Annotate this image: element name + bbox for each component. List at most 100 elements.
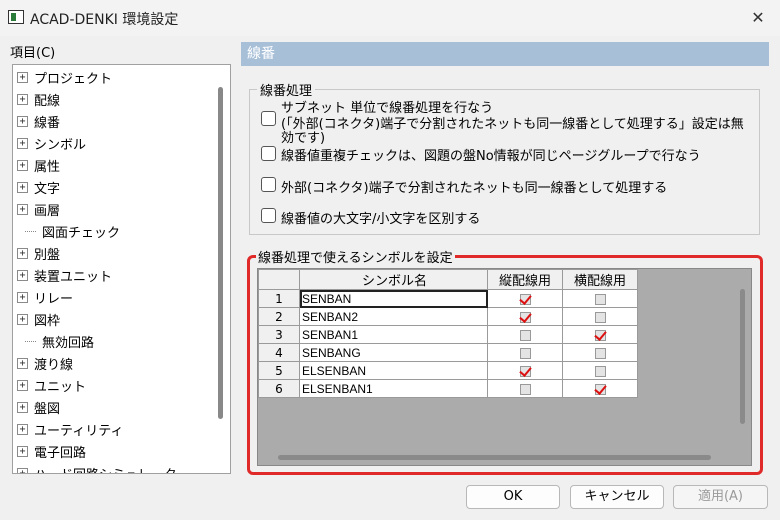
expand-icon[interactable]: +	[17, 401, 28, 413]
settings-tree[interactable]: + プロジェクト + 配線 + 線番 + シンボル + 属性 + 文字 + 画層 図面チェック + 別盤 + 装置ユ…	[12, 64, 231, 474]
tree-item[interactable]: + 電子回路	[17, 441, 86, 461]
symbol-grid[interactable]: シンボル名 縦配線用 横配線用 1 SENBAN 2 SENBAN2 3 SENBAN1 4…	[257, 268, 752, 466]
symbol-name-cell[interactable]: ELSENBAN1	[299, 379, 488, 398]
tree-item[interactable]: + 図枠	[17, 309, 60, 329]
tree-item[interactable]: + プロジェクト	[17, 67, 112, 87]
table-row[interactable]: 4 SENBANG	[258, 343, 638, 362]
expand-icon[interactable]: +	[17, 115, 28, 127]
tree-item[interactable]: + シンボル	[17, 133, 86, 153]
tree-item[interactable]: + 配線	[17, 89, 60, 109]
expand-icon[interactable]: +	[17, 357, 28, 369]
tree-item[interactable]: + ユニット	[17, 375, 86, 395]
tree-item[interactable]: 無効回路	[17, 331, 94, 351]
vertical-wiring-checkbox[interactable]	[519, 347, 531, 359]
horizontal-wiring-cell	[562, 343, 638, 362]
tree-item[interactable]: + 渡り線	[17, 353, 73, 373]
grid-vertical-scrollbar[interactable]	[740, 289, 745, 424]
column-header-vertical[interactable]: 縦配線用	[487, 269, 563, 290]
symbol-name-cell[interactable]: SENBAN	[299, 289, 488, 308]
vertical-wiring-checkbox[interactable]	[519, 311, 531, 323]
close-icon[interactable]: ✕	[744, 6, 772, 30]
tree-item-label: プロジェクト	[34, 71, 113, 87]
vertical-wiring-checkbox[interactable]	[519, 329, 531, 341]
symbol-name-cell[interactable]: SENBAN1	[299, 325, 488, 344]
row-number[interactable]: 1	[258, 289, 300, 308]
expand-icon[interactable]: +	[17, 181, 28, 193]
tree-item-label: 配線	[34, 93, 61, 109]
apply-button[interactable]: 適用(A)	[673, 485, 768, 509]
horizontal-wiring-cell	[562, 289, 638, 308]
expand-icon[interactable]: +	[17, 247, 28, 259]
expand-icon[interactable]: +	[17, 423, 28, 435]
case-sensitive-checkbox[interactable]	[261, 208, 276, 223]
expand-icon[interactable]: +	[17, 269, 28, 281]
horizontal-wiring-checkbox[interactable]	[594, 383, 606, 395]
row-number[interactable]: 3	[258, 325, 300, 344]
tree-item[interactable]: + 線番	[17, 111, 60, 131]
row-number[interactable]: 2	[258, 307, 300, 326]
symbol-group-title: 線番処理で使えるシンボルを設定	[256, 247, 455, 266]
tree-item-label: 属性	[34, 159, 61, 175]
horizontal-wiring-cell	[562, 361, 638, 380]
tree-item[interactable]: + ハード回路シミュレーター	[17, 463, 190, 473]
tree-item[interactable]: + ユーティリティ	[17, 419, 123, 439]
tree-item-label: 盤図	[34, 401, 61, 417]
ok-button[interactable]: OK	[466, 485, 560, 509]
tree-item[interactable]: 図面チェック	[17, 221, 120, 241]
row-number[interactable]: 5	[258, 361, 300, 380]
expand-icon[interactable]: +	[17, 379, 28, 391]
app-icon	[8, 10, 24, 24]
tree-connector-icon	[25, 230, 36, 232]
vertical-wiring-checkbox[interactable]	[519, 383, 531, 395]
symbol-name-cell[interactable]: SENBANG	[299, 343, 488, 362]
horizontal-wiring-checkbox[interactable]	[594, 365, 606, 377]
vertical-wiring-cell	[487, 379, 563, 398]
symbol-name-cell[interactable]: ELSENBAN	[299, 361, 488, 380]
horizontal-wiring-checkbox[interactable]	[594, 293, 606, 305]
table-row[interactable]: 5 ELSENBAN	[258, 361, 638, 380]
tree-item[interactable]: + 別盤	[17, 243, 60, 263]
tree-item[interactable]: + 画層	[17, 199, 60, 219]
cancel-button[interactable]: キャンセル	[570, 485, 664, 509]
tree-item[interactable]: + 文字	[17, 177, 60, 197]
subnet-processing-checkbox[interactable]	[261, 111, 276, 126]
vertical-wiring-checkbox[interactable]	[519, 293, 531, 305]
row-number[interactable]: 6	[258, 379, 300, 398]
tree-item-label: 無効回路	[42, 335, 95, 351]
tree-item[interactable]: + リレー	[17, 287, 73, 307]
horizontal-wiring-checkbox[interactable]	[594, 311, 606, 323]
table-row[interactable]: 2 SENBAN2	[258, 307, 638, 326]
expand-icon[interactable]: +	[17, 467, 28, 473]
expand-icon[interactable]: +	[17, 203, 28, 215]
expand-icon[interactable]: +	[17, 159, 28, 171]
horizontal-wiring-checkbox[interactable]	[594, 329, 606, 341]
vertical-wiring-checkbox[interactable]	[519, 365, 531, 377]
expand-icon[interactable]: +	[17, 291, 28, 303]
expand-icon[interactable]: +	[17, 137, 28, 149]
expand-icon[interactable]: +	[17, 313, 28, 325]
column-header-horizontal[interactable]: 横配線用	[562, 269, 638, 290]
duplicate-check-checkbox[interactable]	[261, 146, 276, 161]
tree-item-label: 別盤	[34, 247, 61, 263]
tree-item[interactable]: + 盤図	[17, 397, 60, 417]
expand-icon[interactable]: +	[17, 93, 28, 105]
column-header-symbol-name[interactable]: シンボル名	[299, 269, 488, 290]
tree-scrollbar[interactable]	[218, 87, 223, 419]
tree-item[interactable]: + 属性	[17, 155, 60, 175]
horizontal-wiring-checkbox[interactable]	[594, 347, 606, 359]
table-row[interactable]: 6 ELSENBAN1	[258, 379, 638, 398]
tree-item[interactable]: + 装置ユニット	[17, 265, 112, 285]
window-title: ACAD-DENKI 環境設定	[30, 12, 179, 28]
horizontal-wiring-cell	[562, 379, 638, 398]
expand-icon[interactable]: +	[17, 445, 28, 457]
table-row[interactable]: 1 SENBAN	[258, 289, 638, 308]
symbol-name-cell[interactable]: SENBAN2	[299, 307, 488, 326]
external-terminal-checkbox[interactable]	[261, 177, 276, 192]
expand-icon[interactable]: +	[17, 71, 28, 83]
grid-horizontal-scrollbar[interactable]	[278, 455, 711, 460]
section-title: 線番	[241, 42, 769, 66]
row-number[interactable]: 4	[258, 343, 300, 362]
table-row[interactable]: 3 SENBAN1	[258, 325, 638, 344]
tree-item-label: 装置ユニット	[34, 269, 113, 285]
tree-connector-icon	[25, 340, 36, 342]
